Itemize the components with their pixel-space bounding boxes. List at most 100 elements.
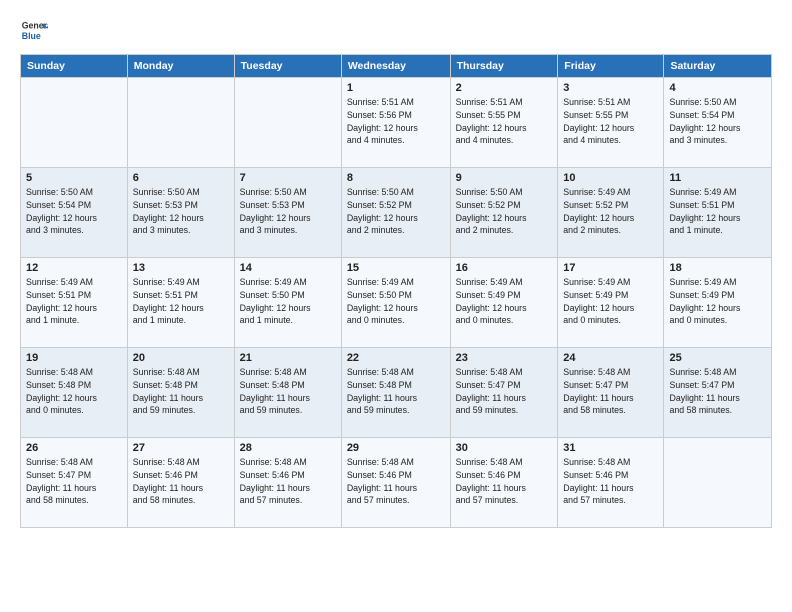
day-number: 22	[347, 352, 445, 364]
day-number: 14	[240, 262, 336, 274]
day-info: Sunrise: 5:48 AMSunset: 5:46 PMDaylight:…	[456, 456, 553, 507]
day-number: 10	[563, 172, 658, 184]
day-info: Sunrise: 5:49 AMSunset: 5:51 PMDaylight:…	[133, 276, 229, 327]
day-header-saturday: Saturday	[664, 55, 772, 78]
day-number: 19	[26, 352, 122, 364]
calendar-cell: 8 Sunrise: 5:50 AMSunset: 5:52 PMDaylight…	[341, 168, 450, 258]
day-number: 26	[26, 442, 122, 454]
day-info: Sunrise: 5:48 AMSunset: 5:48 PMDaylight:…	[347, 366, 445, 417]
week-row-2: 5 Sunrise: 5:50 AMSunset: 5:54 PMDaylight…	[21, 168, 772, 258]
day-info: Sunrise: 5:49 AMSunset: 5:50 PMDaylight:…	[240, 276, 336, 327]
day-number: 24	[563, 352, 658, 364]
day-header-monday: Monday	[127, 55, 234, 78]
day-number: 30	[456, 442, 553, 454]
day-header-sunday: Sunday	[21, 55, 128, 78]
calendar-cell: 11 Sunrise: 5:49 AMSunset: 5:51 PMDayligh…	[664, 168, 772, 258]
week-row-4: 19 Sunrise: 5:48 AMSunset: 5:48 PMDayligh…	[21, 348, 772, 438]
day-number: 15	[347, 262, 445, 274]
week-row-3: 12 Sunrise: 5:49 AMSunset: 5:51 PMDayligh…	[21, 258, 772, 348]
day-header-friday: Friday	[558, 55, 664, 78]
day-info: Sunrise: 5:49 AMSunset: 5:52 PMDaylight:…	[563, 186, 658, 237]
day-number: 16	[456, 262, 553, 274]
day-info: Sunrise: 5:50 AMSunset: 5:53 PMDaylight:…	[133, 186, 229, 237]
calendar-cell: 23 Sunrise: 5:48 AMSunset: 5:47 PMDayligh…	[450, 348, 558, 438]
calendar-cell	[21, 78, 128, 168]
day-info: Sunrise: 5:48 AMSunset: 5:47 PMDaylight:…	[456, 366, 553, 417]
day-info: Sunrise: 5:51 AMSunset: 5:56 PMDaylight:…	[347, 96, 445, 147]
day-number: 12	[26, 262, 122, 274]
day-number: 11	[669, 172, 766, 184]
calendar-cell: 29 Sunrise: 5:48 AMSunset: 5:46 PMDayligh…	[341, 438, 450, 528]
day-info: Sunrise: 5:48 AMSunset: 5:46 PMDaylight:…	[563, 456, 658, 507]
calendar-cell: 31 Sunrise: 5:48 AMSunset: 5:46 PMDayligh…	[558, 438, 664, 528]
day-info: Sunrise: 5:48 AMSunset: 5:48 PMDaylight:…	[26, 366, 122, 417]
calendar-cell: 19 Sunrise: 5:48 AMSunset: 5:48 PMDayligh…	[21, 348, 128, 438]
day-number: 1	[347, 82, 445, 94]
calendar-cell: 27Sunrise: 5:48 AMSunset: 5:46 PMDayligh…	[127, 438, 234, 528]
day-number: 8	[347, 172, 445, 184]
calendar-cell: 28 Sunrise: 5:48 AMSunset: 5:46 PMDayligh…	[234, 438, 341, 528]
day-info: Sunrise: 5:49 AMSunset: 5:51 PMDaylight:…	[669, 186, 766, 237]
day-number: 27	[133, 442, 229, 454]
day-number: 9	[456, 172, 553, 184]
calendar-cell: 21 Sunrise: 5:48 AMSunset: 5:48 PMDayligh…	[234, 348, 341, 438]
day-info: Sunrise: 5:51 AMSunset: 5:55 PMDaylight:…	[456, 96, 553, 147]
day-number: 20	[133, 352, 229, 364]
day-header-row: SundayMondayTuesdayWednesdayThursdayFrid…	[21, 55, 772, 78]
day-number: 29	[347, 442, 445, 454]
day-info: Sunrise: 5:49 AMSunset: 5:51 PMDaylight:…	[26, 276, 122, 327]
day-info: Sunrise: 5:51 AMSunset: 5:55 PMDaylight:…	[563, 96, 658, 147]
calendar-cell: 22 Sunrise: 5:48 AMSunset: 5:48 PMDayligh…	[341, 348, 450, 438]
week-row-5: 26 Sunrise: 5:48 AMSunset: 5:47 PMDayligh…	[21, 438, 772, 528]
calendar-cell: 14 Sunrise: 5:49 AMSunset: 5:50 PMDayligh…	[234, 258, 341, 348]
svg-text:Blue: Blue	[22, 31, 41, 41]
day-number: 5	[26, 172, 122, 184]
calendar-cell: 5 Sunrise: 5:50 AMSunset: 5:54 PMDaylight…	[21, 168, 128, 258]
calendar-cell: 13 Sunrise: 5:49 AMSunset: 5:51 PMDayligh…	[127, 258, 234, 348]
calendar-cell	[127, 78, 234, 168]
day-number: 18	[669, 262, 766, 274]
day-number: 3	[563, 82, 658, 94]
day-number: 28	[240, 442, 336, 454]
day-header-tuesday: Tuesday	[234, 55, 341, 78]
calendar-cell: 20 Sunrise: 5:48 AMSunset: 5:48 PMDayligh…	[127, 348, 234, 438]
calendar-cell: 10 Sunrise: 5:49 AMSunset: 5:52 PMDayligh…	[558, 168, 664, 258]
day-info: Sunrise: 5:48 AMSunset: 5:47 PMDaylight:…	[563, 366, 658, 417]
calendar-cell: 12 Sunrise: 5:49 AMSunset: 5:51 PMDayligh…	[21, 258, 128, 348]
day-info: Sunrise: 5:50 AMSunset: 5:52 PMDaylight:…	[347, 186, 445, 237]
day-info: Sunrise: 5:49 AMSunset: 5:49 PMDaylight:…	[456, 276, 553, 327]
calendar-cell: 2 Sunrise: 5:51 AMSunset: 5:55 PMDaylight…	[450, 78, 558, 168]
day-number: 17	[563, 262, 658, 274]
day-number: 13	[133, 262, 229, 274]
calendar-cell: 1 Sunrise: 5:51 AMSunset: 5:56 PMDaylight…	[341, 78, 450, 168]
day-info: Sunrise: 5:50 AMSunset: 5:52 PMDaylight:…	[456, 186, 553, 237]
day-number: 7	[240, 172, 336, 184]
calendar-cell	[234, 78, 341, 168]
day-number: 2	[456, 82, 553, 94]
day-number: 21	[240, 352, 336, 364]
calendar-cell: 3 Sunrise: 5:51 AMSunset: 5:55 PMDaylight…	[558, 78, 664, 168]
day-info: Sunrise: 5:48 AMSunset: 5:46 PMDaylight:…	[240, 456, 336, 507]
day-header-wednesday: Wednesday	[341, 55, 450, 78]
day-number: 25	[669, 352, 766, 364]
day-number: 31	[563, 442, 658, 454]
calendar-cell: 16 Sunrise: 5:49 AMSunset: 5:49 PMDayligh…	[450, 258, 558, 348]
logo: General Blue	[20, 16, 52, 44]
day-info: Sunrise: 5:48 AMSunset: 5:48 PMDaylight:…	[133, 366, 229, 417]
day-info: Sunrise: 5:48 AMSunset: 5:47 PMDaylight:…	[669, 366, 766, 417]
calendar-cell	[664, 438, 772, 528]
calendar-body: 1 Sunrise: 5:51 AMSunset: 5:56 PMDaylight…	[21, 78, 772, 528]
calendar-cell: 30 Sunrise: 5:48 AMSunset: 5:46 PMDayligh…	[450, 438, 558, 528]
day-info: Sunrise: 5:50 AMSunset: 5:54 PMDaylight:…	[26, 186, 122, 237]
day-info: Sunrise: 5:48 AMSunset: 5:47 PMDaylight:…	[26, 456, 122, 507]
day-info: Sunrise: 5:48 AMSunset: 5:48 PMDaylight:…	[240, 366, 336, 417]
day-number: 23	[456, 352, 553, 364]
calendar-cell: 7Sunrise: 5:50 AMSunset: 5:53 PMDaylight…	[234, 168, 341, 258]
calendar-table: SundayMondayTuesdayWednesdayThursdayFrid…	[20, 54, 772, 528]
calendar-page: General Blue SundayMondayTuesdayWednesda…	[0, 0, 792, 612]
day-info: Sunrise: 5:48 AMSunset: 5:46 PMDaylight:…	[347, 456, 445, 507]
calendar-cell: 15Sunrise: 5:49 AMSunset: 5:50 PMDayligh…	[341, 258, 450, 348]
calendar-cell: 18Sunrise: 5:49 AMSunset: 5:49 PMDayligh…	[664, 258, 772, 348]
day-number: 6	[133, 172, 229, 184]
calendar-cell: 25 Sunrise: 5:48 AMSunset: 5:47 PMDayligh…	[664, 348, 772, 438]
